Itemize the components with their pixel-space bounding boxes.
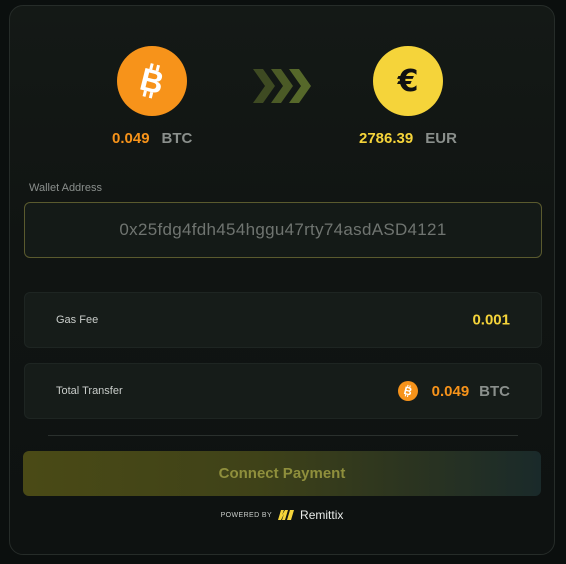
wallet-address-field[interactable]: 0x25fdg4fdh454hggu47rty74asdASD4121 (24, 202, 542, 258)
total-transfer-unit: BTC (479, 382, 510, 400)
total-transfer-amount: 0.049 (431, 382, 470, 400)
total-transfer-row: Total Transfer B 0.049 BTC (24, 363, 542, 419)
total-transfer-value: B 0.049 BTC (397, 381, 510, 401)
to-amount-row: 2786.39 EUR (359, 130, 457, 147)
gas-fee-label: Gas Fee (56, 314, 99, 326)
total-transfer-label: Total Transfer (56, 385, 123, 397)
bitcoin-icon: B (397, 381, 418, 401)
divider (48, 435, 518, 436)
from-amount-row: 0.049 BTC (112, 130, 192, 147)
from-unit: BTC (161, 130, 193, 147)
powered-by-text: POWERED BY (220, 511, 273, 519)
bitcoin-icon: B (117, 46, 187, 116)
wallet-address-value: 0x25fdg4fdh454hggu47rty74asdASD4121 (119, 220, 447, 239)
svg-text:€: € (397, 64, 419, 99)
to-unit: EUR (425, 130, 457, 147)
brand-name: Remittix (300, 508, 344, 522)
connect-payment-button[interactable]: Connect Payment (23, 451, 541, 496)
from-amount: 0.049 (112, 130, 150, 147)
remittix-logo-icon (278, 510, 295, 520)
gas-fee-value: 0.001 (472, 311, 510, 329)
to-amount: 2786.39 (359, 130, 414, 147)
payment-card: B € 0.049 BTC 2786.39 EUR Wallet Address… (9, 5, 555, 555)
gas-fee-row: Gas Fee 0.001 (24, 292, 542, 348)
triple-chevron-right-icon (253, 69, 311, 103)
euro-icon: € (373, 46, 443, 116)
powered-by-footer: POWERED BY Remittix (10, 508, 554, 522)
wallet-address-label: Wallet Address (29, 182, 102, 194)
